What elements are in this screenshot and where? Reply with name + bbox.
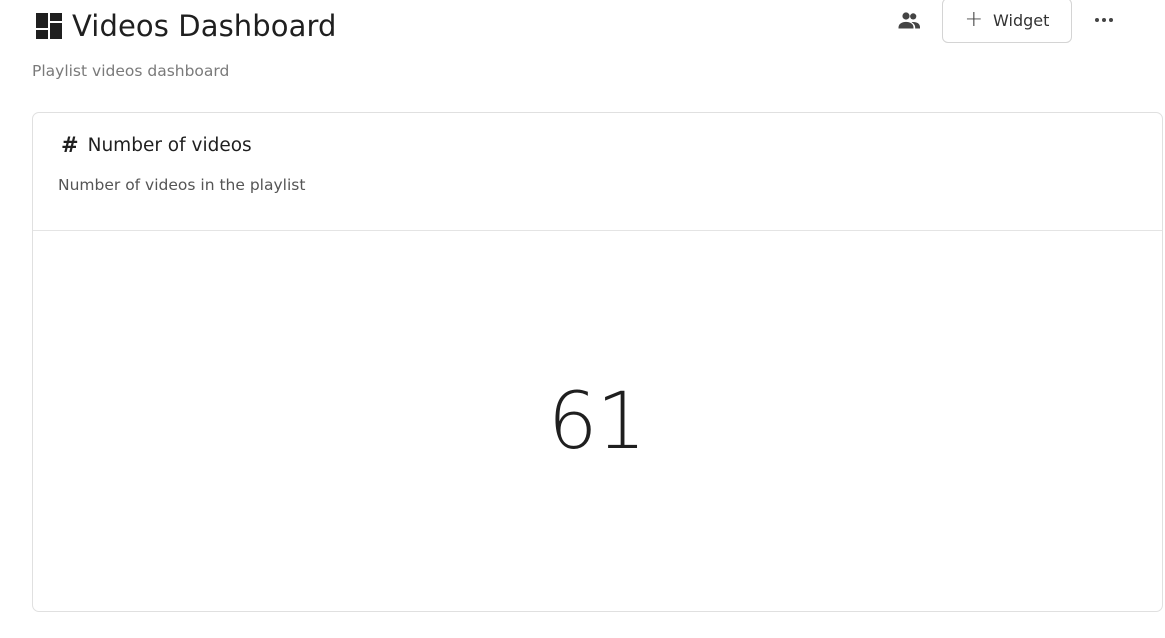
widget-title: Number of videos: [87, 135, 252, 156]
add-widget-label: Widget: [993, 11, 1050, 30]
widget-description: Number of videos in the playlist: [58, 176, 306, 194]
widget-value: 61: [547, 376, 646, 467]
hash-icon: #: [61, 133, 79, 157]
add-widget-button[interactable]: + Widget: [942, 0, 1072, 43]
dashboard-page: Videos Dashboard + Widget Playlist video…: [0, 0, 1165, 638]
widget-header: # Number of videos Number of videos in t…: [33, 113, 1162, 231]
widget-title-row: # Number of videos: [61, 133, 252, 157]
header-actions: + Widget: [0, 0, 1165, 44]
people-icon[interactable]: [897, 8, 921, 32]
plus-icon: +: [964, 6, 984, 32]
dashboard-subtitle: Playlist videos dashboard: [32, 62, 230, 80]
more-horizontal-icon[interactable]: [1093, 10, 1115, 30]
widget-body: 61: [33, 231, 1162, 611]
number-widget-card: # Number of videos Number of videos in t…: [32, 112, 1163, 612]
